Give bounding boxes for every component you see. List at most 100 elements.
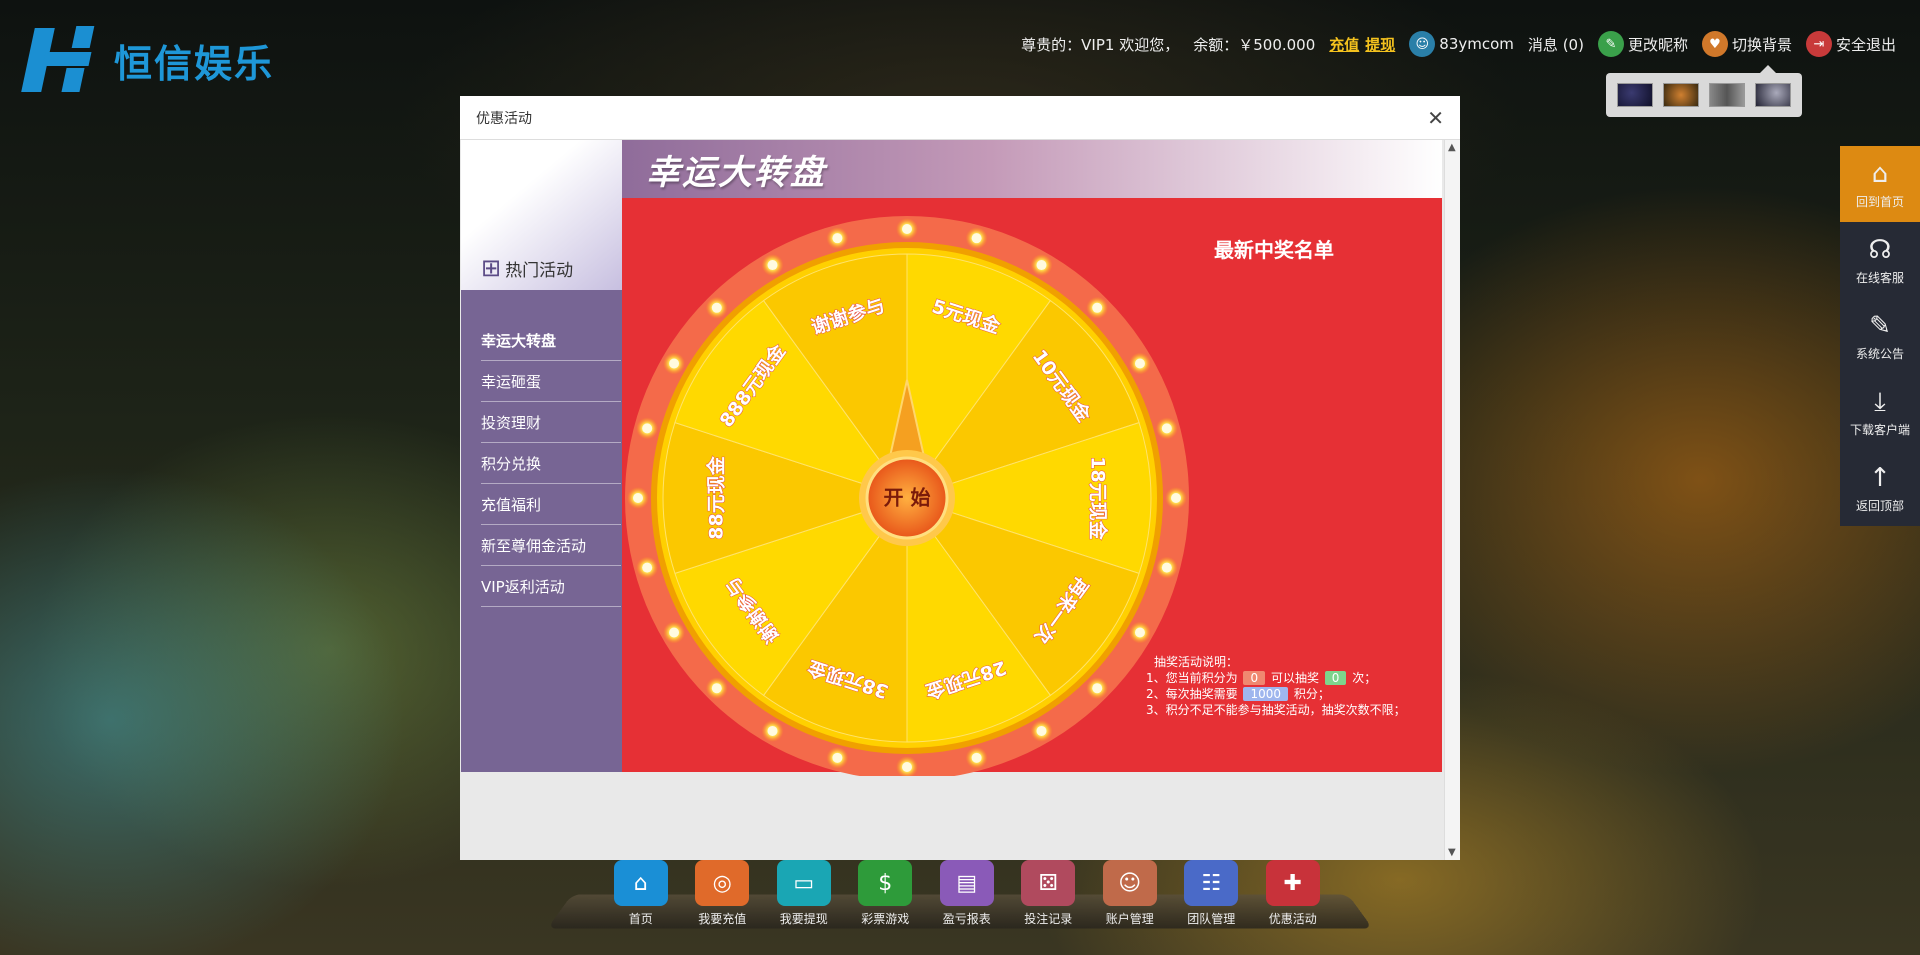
dock-item-gift[interactable]: ✚ 优惠活动 xyxy=(1252,860,1334,927)
modal-title: 优惠活动 xyxy=(476,110,532,127)
dock-item-label: 优惠活动 xyxy=(1268,912,1317,926)
wheel-bulb-core xyxy=(1092,683,1103,694)
background-picker xyxy=(1606,65,1802,117)
wheel-prize-label: 88元现金 xyxy=(705,455,728,539)
wheel-bulb-core xyxy=(767,260,778,271)
rules-line2-b: 积分； xyxy=(1293,687,1330,701)
dock-item-dollar[interactable]: $ 彩票游戏 xyxy=(845,860,927,927)
wheel-bulb-core xyxy=(711,302,722,313)
activity-nav-item[interactable]: 积分兑换 xyxy=(481,443,621,484)
hot-activities-text: 热门活动 xyxy=(505,260,574,281)
dice-icon: ⚄ xyxy=(1021,860,1076,906)
user-topbar: 尊贵的：VIP1 欢迎您， 余额： ￥500.000 充值 提现 ☺ 83ymc… xyxy=(1021,31,1896,57)
wheel-bulb-core xyxy=(1161,562,1172,573)
modal-header: 优惠活动 ✕ xyxy=(460,96,1460,140)
rules-title: 抽奖活动说明： xyxy=(1154,655,1239,669)
side-item-headset[interactable]: ☊ 在线客服 xyxy=(1840,222,1920,298)
dock-item-label: 账户管理 xyxy=(1105,912,1154,926)
home-icon: ⌂ xyxy=(1871,158,1889,189)
close-icon[interactable]: ✕ xyxy=(1427,108,1444,128)
modal-body: ⊞ 热门活动 幸运大转盘 幸运砸蛋 投资理财 积分兑换 充值福利 新至尊佣金活动 VIP返利… xyxy=(461,140,1442,776)
balance-label: 余额： xyxy=(1193,35,1239,54)
wheel-bulb-core xyxy=(1171,493,1181,503)
current-points: 0 xyxy=(1243,671,1266,685)
headset-icon: ☊ xyxy=(1868,234,1892,265)
activity-nav-item[interactable]: 幸运大转盘 xyxy=(481,320,621,361)
activity-banner: 幸运大转盘 xyxy=(622,140,1442,198)
change-nickname-link[interactable]: 更改昵称 xyxy=(1628,34,1688,55)
side-item-label: 系统公告 xyxy=(1855,346,1904,361)
arrow-up-icon: ↑ xyxy=(1869,462,1891,493)
side-item-pencil[interactable]: ✎ 系统公告 xyxy=(1840,298,1920,374)
dock-item-label: 盈亏报表 xyxy=(942,912,991,926)
wheel-bulb-core xyxy=(902,762,912,772)
bottom-dock: ⌂ 首页 ◎ 我要充值 ▭ 我要提现 $ 彩票游戏 ▤ 盈亏报表 ⚄ 投注记录 ☺ 账户管理 ☷ 团队管理 ✚ 优… xyxy=(600,860,1334,927)
promotions-modal: 优惠活动 ✕ ▲ ▼ ⊞ 热门活动 幸运大转盘 幸运砸蛋 投资理财 积分兑换 充值福利新… xyxy=(460,96,1460,860)
side-item-label: 返回顶部 xyxy=(1855,498,1904,513)
username[interactable]: 83ymcom xyxy=(1439,35,1514,53)
brand-logo[interactable]: 恒信娱乐 xyxy=(21,24,274,96)
side-toolbar: ⌂ 回到首页 ☊ 在线客服 ✎ 系统公告 ⤓ 下载客户端 ↑ 返回顶部 xyxy=(1840,146,1920,526)
points-per-draw: 1000 xyxy=(1243,687,1289,701)
bg-swatch-3[interactable] xyxy=(1709,83,1745,107)
wheel-bulb-core xyxy=(832,752,843,763)
activity-nav-item[interactable]: 新至尊佣金活动 xyxy=(481,525,621,566)
activity-nav-item[interactable]: VIP返利活动 xyxy=(481,566,621,607)
dock-item-label: 彩票游戏 xyxy=(861,912,910,926)
switch-background-link[interactable]: 切换背景 xyxy=(1732,34,1792,55)
wheel-bulb-core xyxy=(711,683,722,694)
prize-wheel: 5元现金10元现金18元现金再来一次28元现金38元现金谢谢参与88元现金888… xyxy=(625,216,1189,776)
bg-swatch-2[interactable] xyxy=(1663,83,1699,107)
rules-line1-a: 1、您当前积分为 xyxy=(1146,671,1238,685)
wheel-bulb-core xyxy=(1161,423,1172,434)
wheel-bulb-core xyxy=(767,725,778,736)
wheel-bulb-core xyxy=(832,233,843,244)
bg-swatch-1[interactable] xyxy=(1617,83,1653,107)
vip-greeting: 尊贵的：VIP1 欢迎您， xyxy=(1021,35,1180,54)
dock-item-card[interactable]: ▭ 我要提现 xyxy=(763,860,845,927)
hot-activities-label: ⊞ 热门活动 xyxy=(481,254,573,282)
dock-item-coins[interactable]: ◎ 我要充值 xyxy=(682,860,764,927)
gift-icon: ⊞ xyxy=(481,254,502,282)
scroll-down-icon[interactable]: ▼ xyxy=(1448,847,1456,858)
side-item-home[interactable]: ⌂ 回到首页 xyxy=(1840,146,1920,222)
recharge-link[interactable]: 充值 xyxy=(1329,34,1359,55)
logout-link[interactable]: 安全退出 xyxy=(1836,34,1896,55)
pencil-icon: ✎ xyxy=(1869,310,1891,341)
rules-line1-c: 次； xyxy=(1352,671,1377,685)
side-item-label: 在线客服 xyxy=(1855,270,1904,285)
messages-link[interactable]: 消息 (0) xyxy=(1528,34,1584,55)
wheel-bulb-core xyxy=(1134,627,1145,638)
side-item-label: 回到首页 xyxy=(1855,194,1904,209)
user-avatar-icon: ☺ xyxy=(1409,31,1436,57)
withdraw-link[interactable]: 提现 xyxy=(1365,34,1395,55)
dock-item-team[interactable]: ☷ 团队管理 xyxy=(1171,860,1253,927)
activity-nav-item[interactable]: 幸运砸蛋 xyxy=(481,361,621,402)
side-item-label: 下载客户端 xyxy=(1849,422,1910,437)
side-item-download[interactable]: ⤓ 下载客户端 xyxy=(1840,374,1920,450)
winners-title: 最新中奖名单 xyxy=(1214,238,1334,262)
start-button-label[interactable]: 开 始 xyxy=(884,486,931,510)
download-icon: ⤓ xyxy=(1874,386,1886,417)
user-icon: ☺ xyxy=(1102,860,1157,906)
rules-line-2: 2、每次抽奖需要 1000 积分； xyxy=(1146,686,1406,702)
side-item-arrow-up[interactable]: ↑ 返回顶部 xyxy=(1840,450,1920,526)
modal-scrollbar[interactable]: ▲ ▼ xyxy=(1444,140,1460,860)
dock-item-home[interactable]: ⌂ 首页 xyxy=(600,860,682,927)
wheel-bulb-core xyxy=(1036,260,1047,271)
dock-item-dice[interactable]: ⚄ 投注记录 xyxy=(1008,860,1090,927)
activity-nav-item[interactable]: 投资理财 xyxy=(481,402,621,443)
dock-item-label: 首页 xyxy=(628,912,653,926)
dock-item-label: 投注记录 xyxy=(1024,912,1073,926)
dock-item-user[interactable]: ☺ 账户管理 xyxy=(1089,860,1171,927)
wheel-prize-label: 18元现金 xyxy=(1087,456,1110,540)
shirt-icon: ♥ xyxy=(1701,31,1728,57)
rules-line1-b: 可以抽奖 xyxy=(1270,671,1319,685)
team-icon: ☷ xyxy=(1184,860,1239,906)
dock-item-slot[interactable]: ▤ 盈亏报表 xyxy=(926,860,1008,927)
scroll-up-icon[interactable]: ▲ xyxy=(1448,142,1456,153)
activity-nav: ⊞ 热门活动 幸运大转盘 幸运砸蛋 投资理财 积分兑换 充值福利 新至尊佣金活动 VIP返利… xyxy=(461,140,622,772)
bg-swatch-4[interactable] xyxy=(1755,83,1791,107)
activity-nav-item[interactable]: 充值福利 xyxy=(481,484,621,525)
dollar-icon: $ xyxy=(858,860,913,906)
